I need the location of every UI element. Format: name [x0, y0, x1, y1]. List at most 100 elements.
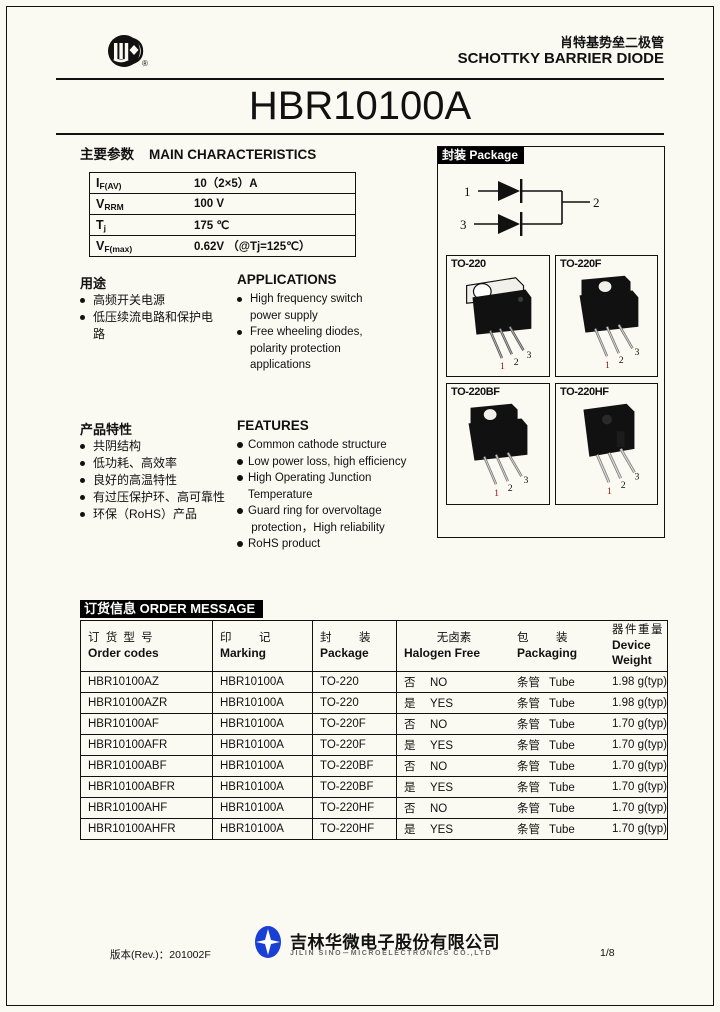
cell-packaging-en: Tube: [549, 719, 575, 731]
list-item: applications: [237, 357, 437, 374]
cell-halogen-free: 是 YES: [396, 776, 510, 798]
table-row: Tj 175 ℃: [89, 214, 356, 236]
order-message-banner-cn: 订货信息: [84, 601, 137, 616]
pin-2-label: 2: [621, 480, 626, 491]
cell-package: TO-220BF: [312, 755, 397, 777]
pin-1-label: 1: [607, 486, 612, 497]
cell-packaging-en: Tube: [549, 677, 575, 689]
package-schematic-diagram: 1 3 2: [460, 179, 600, 236]
pin-1-label: 1: [494, 488, 499, 499]
column-header-en: Packaging: [517, 645, 578, 660]
bullet-icon: [237, 296, 242, 302]
pin-3-label: 3: [634, 471, 639, 482]
header-divider-top: [56, 78, 664, 80]
bullet-icon: [80, 443, 85, 449]
bullet-icon: [80, 494, 85, 500]
table-row: HBR10100AZ HBR10100A TO-220 否 NO 条管 Tube 1.98 g…: [80, 671, 668, 693]
list-item-text: RoHS product: [248, 538, 321, 550]
table-row: VRRM 100 V: [89, 193, 356, 215]
column-header-en: Order codes: [88, 645, 159, 660]
package-label: TO-220HF: [560, 386, 609, 398]
features-list-cn: 共阴结构 低功耗、高效率 良好的高温特性 有过压保护环、高可靠性 环保（RoHS…: [80, 438, 245, 523]
to-220f-package-illustration: 1 2 3: [579, 275, 639, 371]
cell-device-weight: 1.70 g(typ): [605, 776, 668, 798]
main-characteristics-table: IF(AV) 10（2×5）A VRRM 100 V Tj 175 ℃ VF(m…: [89, 172, 356, 257]
cell-packaging-cn: 条管: [517, 740, 540, 752]
list-item-text: 良好的高温特性: [93, 473, 178, 487]
cell-order-code: HBR10100ABFR: [80, 776, 213, 798]
column-header-packaging: 包 装 Packaging: [510, 620, 605, 672]
cell-device-weight: 1.70 g(typ): [605, 797, 668, 819]
cell-halogen-free: 是 YES: [396, 692, 510, 714]
company-footer-logo-icon: [255, 926, 281, 958]
pin-3-label: 3: [526, 350, 531, 361]
bullet-icon: [237, 475, 243, 481]
symbol-subscript: F(max): [104, 244, 133, 254]
cell-device-weight: 1.70 g(typ): [605, 734, 668, 756]
table-row: HBR10100ABFR HBR10100A TO-220BF 是 YES 条管 Tube 1…: [80, 776, 668, 798]
bullet-icon: [237, 458, 243, 465]
column-header-marking: 印 记 Marking: [212, 620, 313, 672]
table-row: HBR10100AFR HBR10100A TO-220F 是 YES 条管 Tube 1.7…: [80, 734, 668, 756]
list-item: 路: [80, 326, 240, 343]
list-item: 高频开关电源: [80, 292, 240, 309]
cell-packaging: 条管 Tube: [510, 776, 605, 798]
header-title-cn: 肖特基势垒二极管: [559, 35, 664, 50]
cell-halogen-free-cn: 是: [404, 740, 416, 752]
cell-order-code: HBR10100AF: [80, 713, 213, 735]
package-banner-cn: 封装: [442, 148, 467, 162]
cell-halogen-free-cn: 是: [404, 782, 416, 794]
to-220-package-illustration: 1 2 3: [466, 277, 531, 372]
pin-1-label: 1: [605, 360, 610, 371]
cell-packaging-cn: 条管: [517, 719, 540, 731]
datasheet-page: ® 肖特基势垒二极管 SCHOTTKY BARRIER DIODE HBR101…: [0, 0, 720, 1012]
package-box-to-220hf: TO-220HF 1 2 3: [555, 383, 658, 505]
cell-packaging-cn: 条管: [517, 782, 540, 794]
table-row: VF(max) 0.62V （@Tj=125℃）: [89, 235, 356, 257]
parameter-value: 10（2×5）A: [188, 172, 356, 194]
parameter-value: 0.62V （@Tj=125℃）: [188, 235, 356, 257]
package-panel: 封装 Package 1 3 2 TO-220 1 2 3 TO-220F 1 …: [437, 146, 665, 538]
header-divider-bottom: [56, 133, 664, 135]
cell-package: TO-220HF: [312, 818, 397, 840]
list-item: High frequency switch: [237, 291, 437, 308]
parameter-symbol: VF(max): [89, 235, 188, 257]
cell-order-code: HBR10100AZ: [80, 671, 213, 693]
cell-order-code: HBR10100AHF: [80, 797, 213, 819]
cell-halogen-free-cn: 否: [404, 677, 416, 689]
cell-device-weight: 1.70 g(typ): [605, 818, 668, 840]
list-item-text: power supply: [250, 309, 318, 322]
footer-page-number: 1/8: [600, 947, 615, 959]
column-header-cn: 包 装: [517, 631, 569, 644]
cell-halogen-free: 是 YES: [396, 734, 510, 756]
cell-halogen-free-en: YES: [430, 698, 454, 710]
list-item-text: High Operating Junction: [248, 472, 372, 484]
order-message-table: 订 货 型 号 Order codes 印 记 Marking 封 装 Pack…: [80, 620, 668, 840]
list-item: Common cathode structure: [237, 437, 447, 454]
cell-packaging-en: Tube: [549, 824, 575, 836]
list-item: Low power loss, high efficiency: [237, 454, 447, 471]
main-characteristics-title-en: MAIN CHARACTERISTICS: [149, 147, 317, 162]
column-header-cn: 封 装: [320, 631, 372, 644]
bullet-icon: [237, 541, 243, 547]
list-item-text: 共阴结构: [93, 439, 142, 453]
list-item-text: protection，High reliability: [251, 521, 385, 534]
cell-packaging: 条管 Tube: [510, 692, 605, 714]
cell-order-code: HBR10100AFR: [80, 734, 213, 756]
cell-halogen-free-cn: 否: [404, 803, 416, 815]
cell-packaging-en: Tube: [549, 698, 575, 710]
list-item: power supply: [237, 308, 437, 325]
column-header-en: Marking: [220, 645, 267, 660]
table-row: HBR10100ABF HBR10100A TO-220BF 否 NO 条管 Tube 1.7…: [80, 755, 668, 777]
list-item-text: High frequency switch: [250, 293, 363, 305]
list-item-text: 高频开关电源: [93, 293, 166, 307]
header-title-en: SCHOTTKY BARRIER DIODE: [457, 50, 664, 67]
order-message-banner: 订货信息 ORDER MESSAGE: [80, 600, 264, 618]
cell-package: TO-220F: [312, 734, 397, 756]
list-item-text: Temperature: [248, 488, 313, 501]
column-header-device-weight: 器件重量 Device Weight: [605, 620, 668, 672]
cell-halogen-free-en: YES: [430, 782, 454, 794]
cell-halogen-free: 否 NO: [396, 671, 510, 693]
list-item: 低功耗、高效率: [80, 455, 245, 472]
cell-marking: HBR10100A: [212, 713, 313, 735]
